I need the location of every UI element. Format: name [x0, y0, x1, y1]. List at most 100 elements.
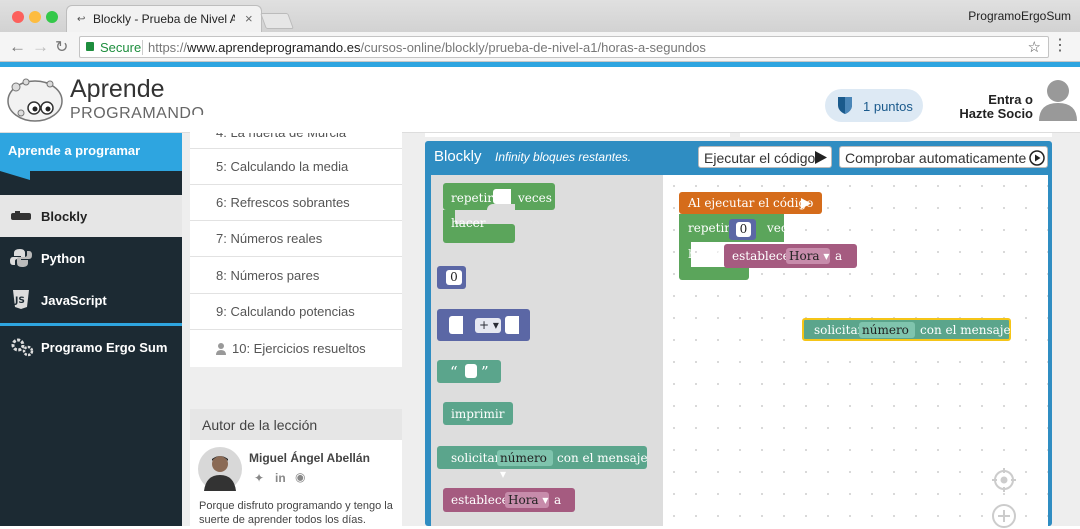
favicon-icon: ↩ [77, 14, 86, 25]
user-avatar-icon[interactable] [1039, 79, 1077, 121]
sidebar-item-python[interactable]: Python [0, 237, 182, 279]
number-value[interactable]: 0 [446, 270, 462, 285]
sidebar-item-label: JavaScript [41, 293, 107, 308]
url-text: https://www.aprendeprogramando.es/cursos… [148, 40, 706, 55]
url-scheme: https:// [148, 40, 188, 55]
author-bio-line1: Porque disfruto programando y tengo la [199, 500, 393, 512]
new-tab-button[interactable] [260, 13, 294, 29]
workspace-set-var-dropdown[interactable]: Hora ▾ [786, 248, 830, 264]
close-window-button[interactable] [12, 11, 24, 23]
url-bar[interactable]: Secure https://www.aprendeprogramando.es… [79, 36, 1049, 58]
lesson-item[interactable]: 5: Calculando la media [190, 149, 402, 185]
sidebar-header-pointer [0, 171, 30, 180]
lock-icon [86, 42, 94, 51]
back-icon[interactable]: ← [9, 37, 26, 57]
lesson-item[interactable]: 9: Calculando potencias [190, 294, 402, 330]
sidebar-item-blockly[interactable]: Blockly [0, 195, 182, 237]
workspace-prompt-suffix: con el mensaje [920, 323, 1011, 337]
sidebar-item-label: Blockly [41, 209, 88, 224]
lesson-item[interactable]: 8: Números pares [190, 258, 402, 294]
browser-tab[interactable]: ↩ Blockly - Prueba de Nivel A1 ( × [66, 5, 262, 32]
author-panel: Autor de la lección Miguel Ángel Abellán… [190, 409, 402, 526]
linkedin-icon[interactable]: in [275, 471, 286, 485]
zoom-in-icon[interactable] [991, 503, 1017, 529]
sidebar-header[interactable]: Aprende a programar [0, 133, 182, 171]
prompt-type-dropdown[interactable]: número ▾ [497, 450, 553, 481]
close-tab-icon[interactable]: × [245, 11, 253, 26]
site-header: Aprende PROGRAMANDO 1 puntos Entra o Haz… [0, 67, 1080, 133]
user-icon [216, 343, 226, 355]
sidebar-item-programo-ergo-sum[interactable]: Programo Ergo Sum [0, 326, 182, 368]
blockly-title: Blockly [434, 148, 482, 165]
text-value-field[interactable] [465, 364, 477, 378]
workspace-prompt-type-dropdown[interactable]: número ▾ [859, 322, 915, 353]
author-name[interactable]: Miguel Ángel Abellán [249, 451, 370, 465]
workspace-repeat-value[interactable]: 0 [736, 222, 751, 237]
play-icon [815, 151, 827, 164]
python-icon [10, 249, 32, 267]
run-code-button[interactable]: Ejecutar el código [698, 146, 832, 168]
bookmark-star-icon[interactable]: ☆ [1028, 38, 1041, 56]
lesson-label: 10: Ejercicios resueltos [232, 341, 366, 356]
workspace-prompt-type-value: número [862, 323, 909, 337]
author-heading: Autor de la lección [202, 417, 318, 433]
logo-mascot-icon[interactable] [4, 73, 66, 125]
sidebar-item-label: Programo Ergo Sum [41, 340, 168, 355]
times-label: veces [518, 191, 552, 205]
points-badge[interactable]: 1 puntos [825, 89, 923, 122]
url-host: www.aprendeprogramando.es [187, 40, 361, 55]
recenter-icon[interactable] [991, 467, 1017, 493]
auto-check-button[interactable]: Comprobar automaticamente [839, 146, 1048, 168]
minimize-window-button[interactable] [29, 11, 41, 23]
panel-edge [425, 133, 730, 137]
repeat-block-notch [487, 204, 515, 214]
url-separator [142, 40, 143, 55]
address-bar-row: ← → ↻ Secure https://www.aprendeprograma… [0, 32, 1080, 62]
login-line2: Hazte Socio [959, 106, 1033, 121]
login-link[interactable]: Entra o Hazte Socio [955, 93, 1033, 121]
workspace-repeat-foot [679, 267, 749, 280]
workspace-repeat-label: repetir [688, 221, 731, 235]
browser-chrome: ↩ Blockly - Prueba de Nivel A1 ( × Progr… [0, 0, 1080, 64]
prompt-suffix: con el mensaje [557, 451, 648, 465]
workspace-set-suffix: a [835, 249, 843, 263]
arithmetic-right-slot [505, 316, 519, 334]
do-label: hacer [451, 216, 486, 230]
blocks-remaining: Infinity bloques restantes. [495, 150, 632, 164]
operator-dropdown[interactable]: + ▾ [475, 318, 501, 333]
author-heading-bar: Autor de la lección [190, 409, 402, 440]
lesson-item[interactable]: 6: Refrescos sobrantes [190, 185, 402, 221]
workspace-times-label: veces [767, 221, 801, 235]
quote-open: “ [450, 363, 458, 381]
blockly-workspace[interactable]: Al ejecutar el código repetir 0 veces ha… [663, 175, 1048, 529]
play-icon [801, 198, 811, 209]
url-path: /cursos-online/blockly/prueba-de-nivel-a… [360, 40, 706, 55]
lesson-label: 6: Refrescos sobrantes [216, 195, 350, 210]
author-avatar[interactable] [198, 447, 242, 491]
logo-subtitle[interactable]: PROGRAMANDO [70, 105, 204, 123]
prompt-label: solicitar [451, 451, 501, 465]
blockly-icon [11, 211, 31, 220]
workspace-do-label: hacer [688, 247, 723, 261]
github-icon[interactable]: ◉ [295, 470, 305, 484]
operator-value: + [479, 318, 490, 332]
set-var-dropdown[interactable]: Hora ▾ [505, 492, 549, 508]
lesson-item[interactable]: 7: Números reales [190, 221, 402, 257]
javascript-icon: JS [13, 290, 29, 309]
run-code-label: Ejecutar el código [704, 150, 816, 166]
reload-icon[interactable]: ↻ [55, 37, 68, 57]
repeat-input-slot [493, 189, 511, 204]
lesson-label: 5: Calculando la media [216, 159, 349, 174]
prompt-type-value: número [500, 451, 547, 465]
auto-check-label: Comprobar automaticamente [845, 150, 1027, 166]
browser-menu-icon[interactable]: ⋮ [1052, 35, 1068, 55]
logo-title[interactable]: Aprende [70, 75, 165, 104]
maximize-window-button[interactable] [46, 11, 58, 23]
profile-name[interactable]: ProgramoErgoSum [968, 9, 1071, 23]
lesson-item[interactable]: 10: Ejercicios resueltos [190, 331, 402, 367]
forward-icon[interactable]: → [32, 37, 49, 57]
sidebar: Aprende a programar Blockly Python JS Ja… [0, 133, 182, 526]
shield-icon [838, 97, 852, 114]
twitter-icon[interactable]: ✦ [254, 471, 264, 485]
sidebar-item-javascript[interactable]: JS JavaScript [0, 279, 182, 321]
